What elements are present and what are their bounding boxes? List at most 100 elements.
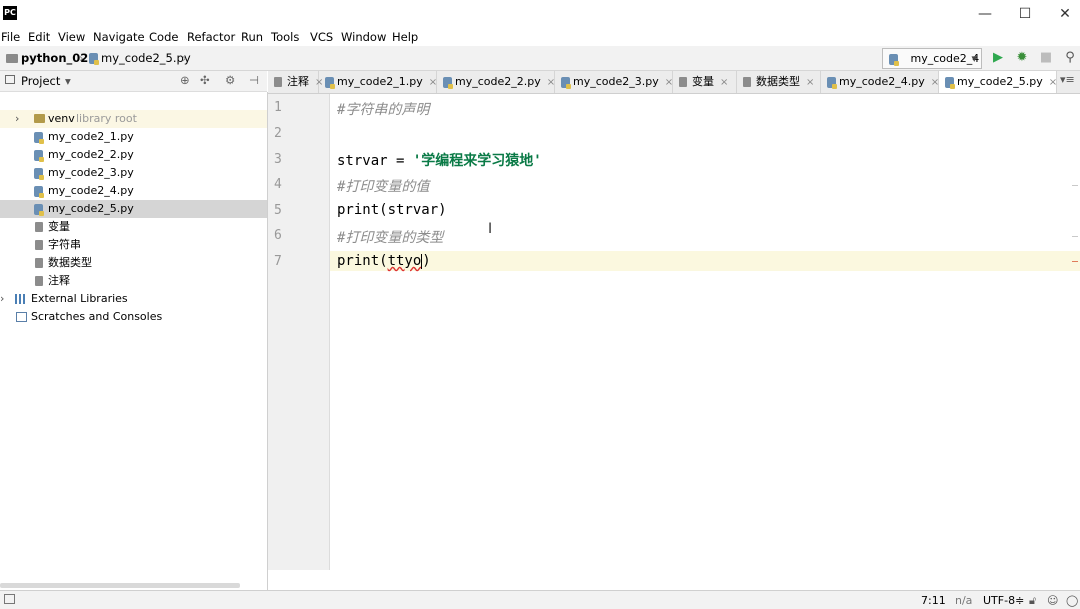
tab-my-code2-1[interactable]: my_code2_1.py × [319, 71, 437, 93]
line-number: 5 [274, 203, 282, 218]
code-line-1[interactable]: #字符串的声明 [337, 99, 429, 119]
line-number: 7 [274, 254, 282, 269]
breadcrumb-project[interactable]: python_02 [6, 51, 88, 65]
python-file-icon [34, 131, 44, 144]
title-bar: PC — ☐ ✕ [0, 0, 1080, 28]
lock-icon[interactable]: 🔓︎ [1029, 594, 1036, 608]
project-tree: › venv library root my_code2_1.py my_cod… [0, 92, 268, 590]
close-button[interactable]: ✕ [1050, 4, 1080, 24]
folder-icon [34, 114, 45, 123]
menu-run[interactable]: Run [241, 30, 263, 44]
menu-refactor[interactable]: Refactor [187, 30, 235, 44]
close-tab-icon[interactable]: × [806, 77, 814, 88]
code-line-4[interactable]: #打印变量的值 [337, 176, 429, 196]
locate-icon[interactable]: ⊕ [180, 73, 190, 87]
collapse-icon[interactable]: ✣ [200, 73, 210, 87]
text-file-icon [35, 222, 43, 232]
code-line-7[interactable]: print(ttyo) [337, 253, 431, 269]
gear-icon[interactable]: ⚙ [225, 73, 235, 87]
tree-item-venv[interactable]: › venv library root [0, 110, 267, 128]
close-tab-icon[interactable]: × [720, 77, 728, 88]
tree-item-file[interactable]: 变量 [0, 218, 267, 236]
breadcrumb-file[interactable]: my_code2_5.py [89, 51, 191, 65]
tab-my-code2-4[interactable]: my_code2_4.py × [821, 71, 939, 93]
line-number-gutter: 1 2 3 4 5 6 7 [268, 94, 330, 570]
tree-item-file[interactable]: 数据类型 [0, 254, 267, 272]
current-line-highlight [330, 251, 1080, 271]
tree-item-file[interactable]: my_code2_1.py [0, 128, 267, 146]
caret-position[interactable]: 7:11 [921, 594, 946, 607]
menu-code[interactable]: Code [149, 30, 178, 44]
menu-tools[interactable]: Tools [271, 30, 299, 44]
breadcrumb-separator: › [79, 51, 84, 65]
close-tab-icon[interactable]: × [429, 77, 437, 88]
line-separator[interactable]: n/a [955, 594, 972, 607]
code-line-5[interactable]: print(strvar) [337, 202, 447, 218]
tree-item-file[interactable]: my_code2_2.py [0, 146, 267, 164]
tab-list-icon[interactable]: ▾≡ [1060, 73, 1075, 86]
menu-view[interactable]: View [58, 30, 85, 44]
run-configuration-select[interactable]: my_code2_4 ▾ [882, 48, 982, 69]
close-tab-icon[interactable]: × [547, 77, 555, 88]
debug-icon[interactable]: ✹ [1014, 50, 1030, 66]
chevron-down-icon[interactable]: ▾ [65, 74, 71, 88]
code-line-6[interactable]: #打印变量的类型 [337, 227, 443, 247]
close-tab-icon[interactable]: × [665, 77, 673, 88]
horizontal-scrollbar[interactable] [0, 583, 240, 588]
hide-panel-icon[interactable]: ⊣ [249, 73, 259, 87]
maximize-button[interactable]: ☐ [1010, 4, 1040, 24]
tree-item-file[interactable]: 字符串 [0, 236, 267, 254]
menu-navigate[interactable]: Navigate [93, 30, 145, 44]
tab-shujuleixing[interactable]: 数据类型 × [737, 71, 821, 93]
minimize-button[interactable]: — [970, 4, 1000, 24]
menu-vcs[interactable]: VCS [310, 30, 333, 44]
project-icon [5, 75, 15, 84]
text-file-icon [35, 276, 43, 286]
notifications-icon[interactable]: ◯ [1066, 594, 1078, 607]
stop-icon[interactable]: ■ [1038, 50, 1054, 66]
code-line-3[interactable]: strvar = '学编程来学习猿地' [337, 150, 542, 170]
close-tab-icon[interactable]: × [931, 77, 939, 88]
code-editor[interactable]: #字符串的声明 strvar = '学编程来学习猿地' #打印变量的值 prin… [330, 94, 1080, 570]
tab-my-code2-2[interactable]: my_code2_2.py × [437, 71, 555, 93]
scratch-icon [16, 312, 27, 322]
tree-item-file-selected[interactable]: my_code2_5.py [0, 200, 267, 218]
tab-zhushi[interactable]: 注释 × [268, 71, 323, 93]
run-icon[interactable]: ▶ [990, 50, 1006, 66]
status-bar: 7:11 n/a UTF-8≑ 🔓︎ ☺ ◯ [0, 590, 1080, 609]
error-marker [1072, 261, 1078, 262]
menu-file[interactable]: File [1, 30, 20, 44]
tree-item-file[interactable]: 注释 [0, 272, 267, 290]
python-file-icon [945, 76, 955, 89]
error-highlight: ttyo [387, 253, 422, 269]
python-file-icon [443, 76, 453, 89]
text-file-icon [35, 258, 43, 268]
chevron-right-icon[interactable]: › [15, 110, 19, 128]
project-title[interactable]: Project [21, 74, 60, 88]
tree-item-external-libraries[interactable]: › External Libraries [0, 290, 267, 308]
file-encoding[interactable]: UTF-8≑ [983, 594, 1024, 607]
tab-bianliang[interactable]: 变量 × [673, 71, 737, 93]
menu-help[interactable]: Help [392, 30, 418, 44]
python-file-icon [889, 53, 899, 66]
menu-bar: File Edit View Navigate Code Refactor Ru… [0, 28, 1080, 46]
tree-item-file[interactable]: my_code2_4.py [0, 182, 267, 200]
line-number: 1 [274, 100, 282, 115]
line-number: 6 [274, 228, 282, 243]
panel-toggle-icon[interactable] [4, 594, 15, 604]
tree-item-scratches[interactable]: Scratches and Consoles [0, 308, 267, 326]
python-file-icon [34, 185, 44, 198]
python-file-icon [561, 76, 571, 89]
menu-edit[interactable]: Edit [28, 30, 50, 44]
tab-my-code2-5[interactable]: my_code2_5.py × [939, 71, 1057, 93]
text-cursor-icon: I [488, 221, 493, 237]
text-file-icon [743, 77, 751, 87]
search-icon[interactable]: ⚲ [1062, 50, 1078, 66]
menu-window[interactable]: Window [341, 30, 386, 44]
inspector-icon[interactable]: ☺ [1047, 594, 1058, 607]
close-tab-icon[interactable]: × [1049, 77, 1057, 88]
tree-item-file[interactable]: my_code2_3.py [0, 164, 267, 182]
chevron-right-icon[interactable]: › [0, 290, 4, 308]
tab-my-code2-3[interactable]: my_code2_3.py × [555, 71, 673, 93]
library-icon [15, 294, 27, 304]
